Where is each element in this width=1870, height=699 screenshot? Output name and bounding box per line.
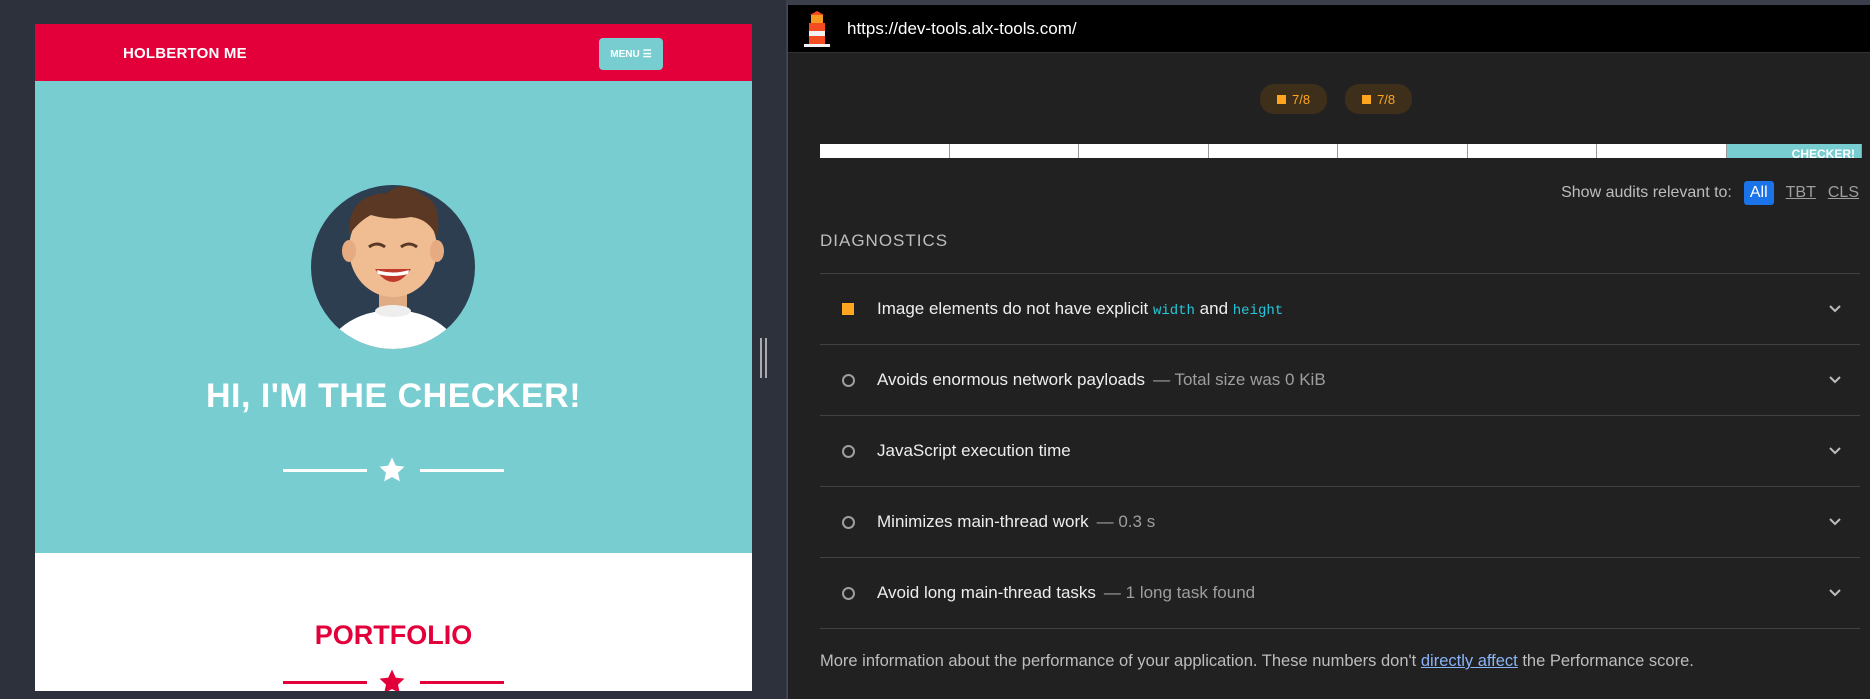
audit-title-text: JavaScript execution time bbox=[877, 441, 1071, 460]
category-badges: 7/8 7/8 bbox=[1260, 84, 1413, 114]
audit-code-width: width bbox=[1152, 303, 1195, 319]
audit-title: Avoids enormous network payloads — Total … bbox=[877, 370, 1326, 390]
audit-list: Image elements do not have explicit widt… bbox=[820, 273, 1860, 629]
audit-item[interactable]: JavaScript execution time bbox=[820, 415, 1860, 486]
info-circle-icon bbox=[842, 586, 855, 600]
hero-title: HI, I'M THE CHECKER! bbox=[205, 377, 582, 415]
filter-cls[interactable]: CLS bbox=[1828, 184, 1859, 202]
report-url[interactable]: https://dev-tools.alx-tools.com/ bbox=[847, 19, 1077, 39]
divider-line-right bbox=[420, 681, 504, 684]
portfolio-title: PORTFOLIO bbox=[314, 620, 473, 650]
warning-square-icon bbox=[1277, 94, 1286, 104]
report-url-bar: https://dev-tools.alx-tools.com/ bbox=[788, 5, 1870, 53]
lighthouse-icon bbox=[804, 11, 830, 47]
hero-divider bbox=[35, 455, 752, 485]
badge-score: 7/8 bbox=[1377, 91, 1396, 107]
audit-title-text: Minimizes main-thread work bbox=[877, 512, 1089, 531]
filmstrip: CHECKER! bbox=[820, 144, 1862, 159]
audit-title-mid: and bbox=[1194, 299, 1233, 318]
page-viewport: HOLBERTON ME MENU ☰ HI, I'M THE CHECKER!… bbox=[35, 24, 752, 691]
divider-line-left bbox=[283, 681, 367, 684]
audit-detail: — Total size was 0 KiB bbox=[1153, 370, 1326, 389]
audit-detail: — 1 long task found bbox=[1103, 583, 1256, 602]
filmstrip-frame bbox=[1467, 144, 1597, 158]
footnote-text-end: the Performance score. bbox=[1517, 652, 1694, 670]
info-circle-icon bbox=[842, 373, 855, 387]
resize-grip-line bbox=[765, 338, 767, 378]
info-circle-icon bbox=[842, 515, 855, 529]
audit-item[interactable]: Avoid long main-thread tasks — 1 long tas… bbox=[820, 557, 1860, 629]
audit-title-text: Avoids enormous network payloads bbox=[877, 370, 1146, 389]
chevron-down-icon[interactable] bbox=[1828, 444, 1842, 458]
category-badge[interactable]: 7/8 bbox=[1260, 84, 1328, 114]
filmstrip-frame bbox=[820, 144, 950, 158]
audit-title-text: Image elements do not have explicit bbox=[877, 299, 1153, 318]
hamburger-icon: ☰ bbox=[642, 48, 652, 60]
site-brand[interactable]: HOLBERTON ME bbox=[123, 45, 247, 62]
menu-label: MENU bbox=[610, 48, 640, 60]
audit-title: Avoid long main-thread tasks — 1 long tas… bbox=[877, 583, 1255, 603]
audit-title: Minimizes main-thread work — 0.3 s bbox=[877, 512, 1155, 532]
chevron-down-icon[interactable] bbox=[1828, 515, 1842, 529]
chevron-down-icon[interactable] bbox=[1828, 302, 1842, 316]
audit-item[interactable]: Minimizes main-thread work — 0.3 s bbox=[820, 486, 1860, 557]
audit-item[interactable]: Image elements do not have explicit widt… bbox=[820, 273, 1860, 344]
diagnostics-heading: DIAGNOSTICS bbox=[820, 231, 949, 250]
warning-square-icon bbox=[842, 303, 854, 315]
lighthouse-panel: https://dev-tools.alx-tools.com/ 7/8 7/8… bbox=[787, 5, 1870, 699]
category-badge[interactable]: 7/8 bbox=[1345, 84, 1413, 114]
footnote-text: More information about the performance o… bbox=[820, 652, 1421, 670]
audit-code-height: height bbox=[1232, 303, 1284, 319]
filmstrip-frame bbox=[1208, 144, 1338, 158]
star-icon bbox=[379, 457, 405, 482]
hero-section: HI, I'M THE CHECKER! bbox=[35, 81, 752, 553]
warning-square-icon bbox=[1362, 94, 1372, 104]
menu-button[interactable]: MENU ☰ bbox=[599, 38, 663, 70]
audit-title: Image elements do not have explicit widt… bbox=[877, 299, 1283, 319]
audit-title-text: Avoid long main-thread tasks bbox=[877, 583, 1096, 602]
filmstrip-frame bbox=[1079, 144, 1209, 158]
chevron-down-icon[interactable] bbox=[1828, 586, 1842, 600]
device-emulation-area: HOLBERTON ME MENU ☰ HI, I'M THE CHECKER!… bbox=[0, 0, 786, 699]
filmstrip-frame bbox=[949, 144, 1079, 158]
resize-handle[interactable] bbox=[760, 338, 768, 378]
audit-item[interactable]: Avoids enormous network payloads — Total … bbox=[820, 344, 1860, 415]
audit-filter: Show audits relevant to: All TBT CLS bbox=[1561, 181, 1859, 205]
chevron-down-icon[interactable] bbox=[1828, 373, 1842, 387]
portfolio-divider bbox=[35, 667, 752, 691]
filmstrip-frame-final: CHECKER! bbox=[1726, 144, 1862, 158]
resize-grip-line bbox=[760, 338, 762, 378]
info-circle-icon bbox=[842, 444, 855, 458]
filter-all[interactable]: All bbox=[1743, 181, 1774, 205]
filmstrip-frame bbox=[1597, 144, 1727, 158]
site-navbar: HOLBERTON ME MENU ☰ bbox=[35, 24, 752, 81]
directly-affect-link[interactable]: directly affect bbox=[1421, 652, 1518, 670]
divider-line-right bbox=[420, 469, 504, 472]
filmstrip-frame bbox=[1338, 144, 1468, 158]
divider-line-left bbox=[283, 469, 367, 472]
filter-label: Show audits relevant to: bbox=[1561, 184, 1732, 201]
diagnostics-footnote: More information about the performance o… bbox=[820, 652, 1694, 671]
badge-score: 7/8 bbox=[1292, 91, 1311, 107]
filter-tbt[interactable]: TBT bbox=[1786, 184, 1816, 202]
avatar bbox=[311, 185, 475, 349]
audit-detail: — 0.3 s bbox=[1096, 512, 1156, 531]
star-icon bbox=[379, 669, 405, 691]
audit-title: JavaScript execution time bbox=[877, 441, 1071, 461]
